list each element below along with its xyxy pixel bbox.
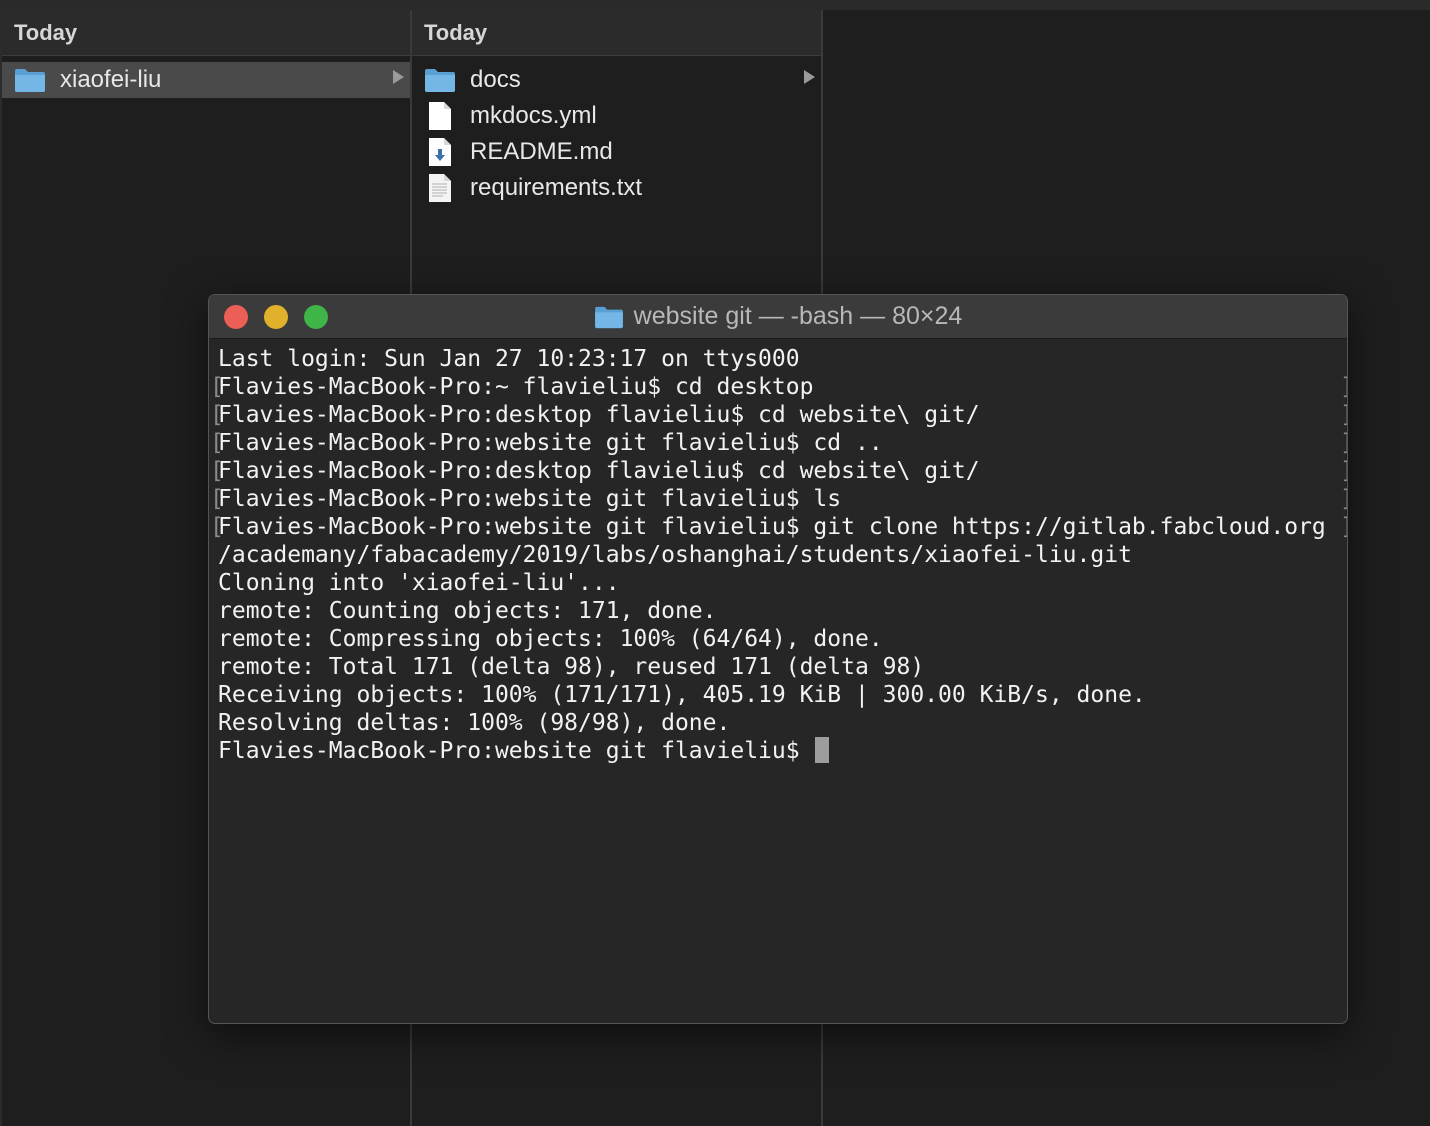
finder-item-requirements-txt[interactable]: requirements.txt — [412, 170, 821, 206]
line-mark-right: ] — [1340, 401, 1347, 429]
terminal-line: Receiving objects: 100% (171/171), 405.1… — [218, 682, 1146, 708]
line-mark-right: ] — [1340, 513, 1347, 541]
text-file-icon — [424, 172, 456, 204]
line-mark-right: ] — [1340, 457, 1347, 485]
finder-item-label: docs — [470, 66, 521, 93]
terminal-line: [Flavies-MacBook-Pro:website git flaviel… — [210, 513, 1347, 541]
column-header: Today — [2, 10, 410, 56]
terminal-line: Resolving deltas: 100% (98/98), done. — [218, 710, 731, 736]
line-mark-left: [ — [210, 374, 224, 400]
terminal-titlebar[interactable]: website git — -bash — 80×24 — [209, 295, 1347, 339]
finder-item-docs[interactable]: docs — [412, 62, 821, 98]
terminal-window[interactable]: website git — -bash — 80×24 Last login: … — [208, 294, 1348, 1024]
line-mark-left: [ — [210, 458, 224, 484]
terminal-line: [Flavies-MacBook-Pro:~ flavieliu$ cd des… — [210, 373, 1347, 401]
terminal-line: [Flavies-MacBook-Pro:desktop flavieliu$ … — [210, 457, 1347, 485]
finder-item-label: mkdocs.yml — [470, 102, 597, 129]
terminal-line: Cloning into 'xiaofei-liu'... — [218, 570, 620, 596]
window-title-text: website git — -bash — 80×24 — [633, 302, 963, 330]
terminal-prompt-line[interactable]: Flavies-MacBook-Pro:website git flavieli… — [218, 737, 1347, 765]
text-cursor — [815, 737, 830, 763]
line-mark-right: ] — [1340, 373, 1347, 401]
markdown-file-icon — [424, 136, 456, 168]
terminal-line: [Flavies-MacBook-Pro:website git flaviel… — [210, 485, 1347, 513]
disclosure-arrow-icon — [804, 70, 815, 84]
line-mark-left: [ — [210, 514, 224, 540]
window-title: website git — -bash — 80×24 — [209, 295, 1347, 338]
terminal-line: remote: Total 171 (delta 98), reused 171… — [218, 654, 925, 680]
terminal-output[interactable]: Last login: Sun Jan 27 10:23:17 on ttys0… — [209, 339, 1347, 765]
line-mark-left: [ — [210, 430, 224, 456]
line-mark-right: ] — [1340, 429, 1347, 457]
finder-item-label: requirements.txt — [470, 174, 643, 201]
finder-item-readme-md[interactable]: README.md — [412, 134, 821, 170]
line-mark-left: [ — [210, 486, 224, 512]
terminal-line: Last login: Sun Jan 27 10:23:17 on ttys0… — [218, 346, 800, 372]
terminal-line: [Flavies-MacBook-Pro:website git flaviel… — [210, 429, 1347, 457]
folder-icon — [594, 305, 624, 329]
line-mark-left: [ — [210, 402, 224, 428]
finder-item-label: README.md — [470, 138, 613, 165]
terminal-line: remote: Counting objects: 171, done. — [218, 598, 717, 624]
finder-item-mkdocs-yml[interactable]: mkdocs.yml — [412, 98, 821, 134]
line-mark-right: ] — [1340, 485, 1347, 513]
terminal-line: /academany/fabacademy/2019/labs/oshangha… — [218, 542, 1132, 568]
terminal-line: [Flavies-MacBook-Pro:desktop flavieliu$ … — [210, 401, 1347, 429]
document-icon — [424, 100, 456, 132]
finder-item-label: xiaofei-liu — [60, 66, 162, 93]
terminal-line: remote: Compressing objects: 100% (64/64… — [218, 626, 883, 652]
folder-icon — [14, 64, 46, 96]
disclosure-arrow-icon — [393, 70, 404, 84]
finder-item-xiaofei-liu[interactable]: xiaofei-liu — [2, 62, 410, 98]
folder-icon — [424, 64, 456, 96]
column-header: Today — [412, 10, 821, 56]
